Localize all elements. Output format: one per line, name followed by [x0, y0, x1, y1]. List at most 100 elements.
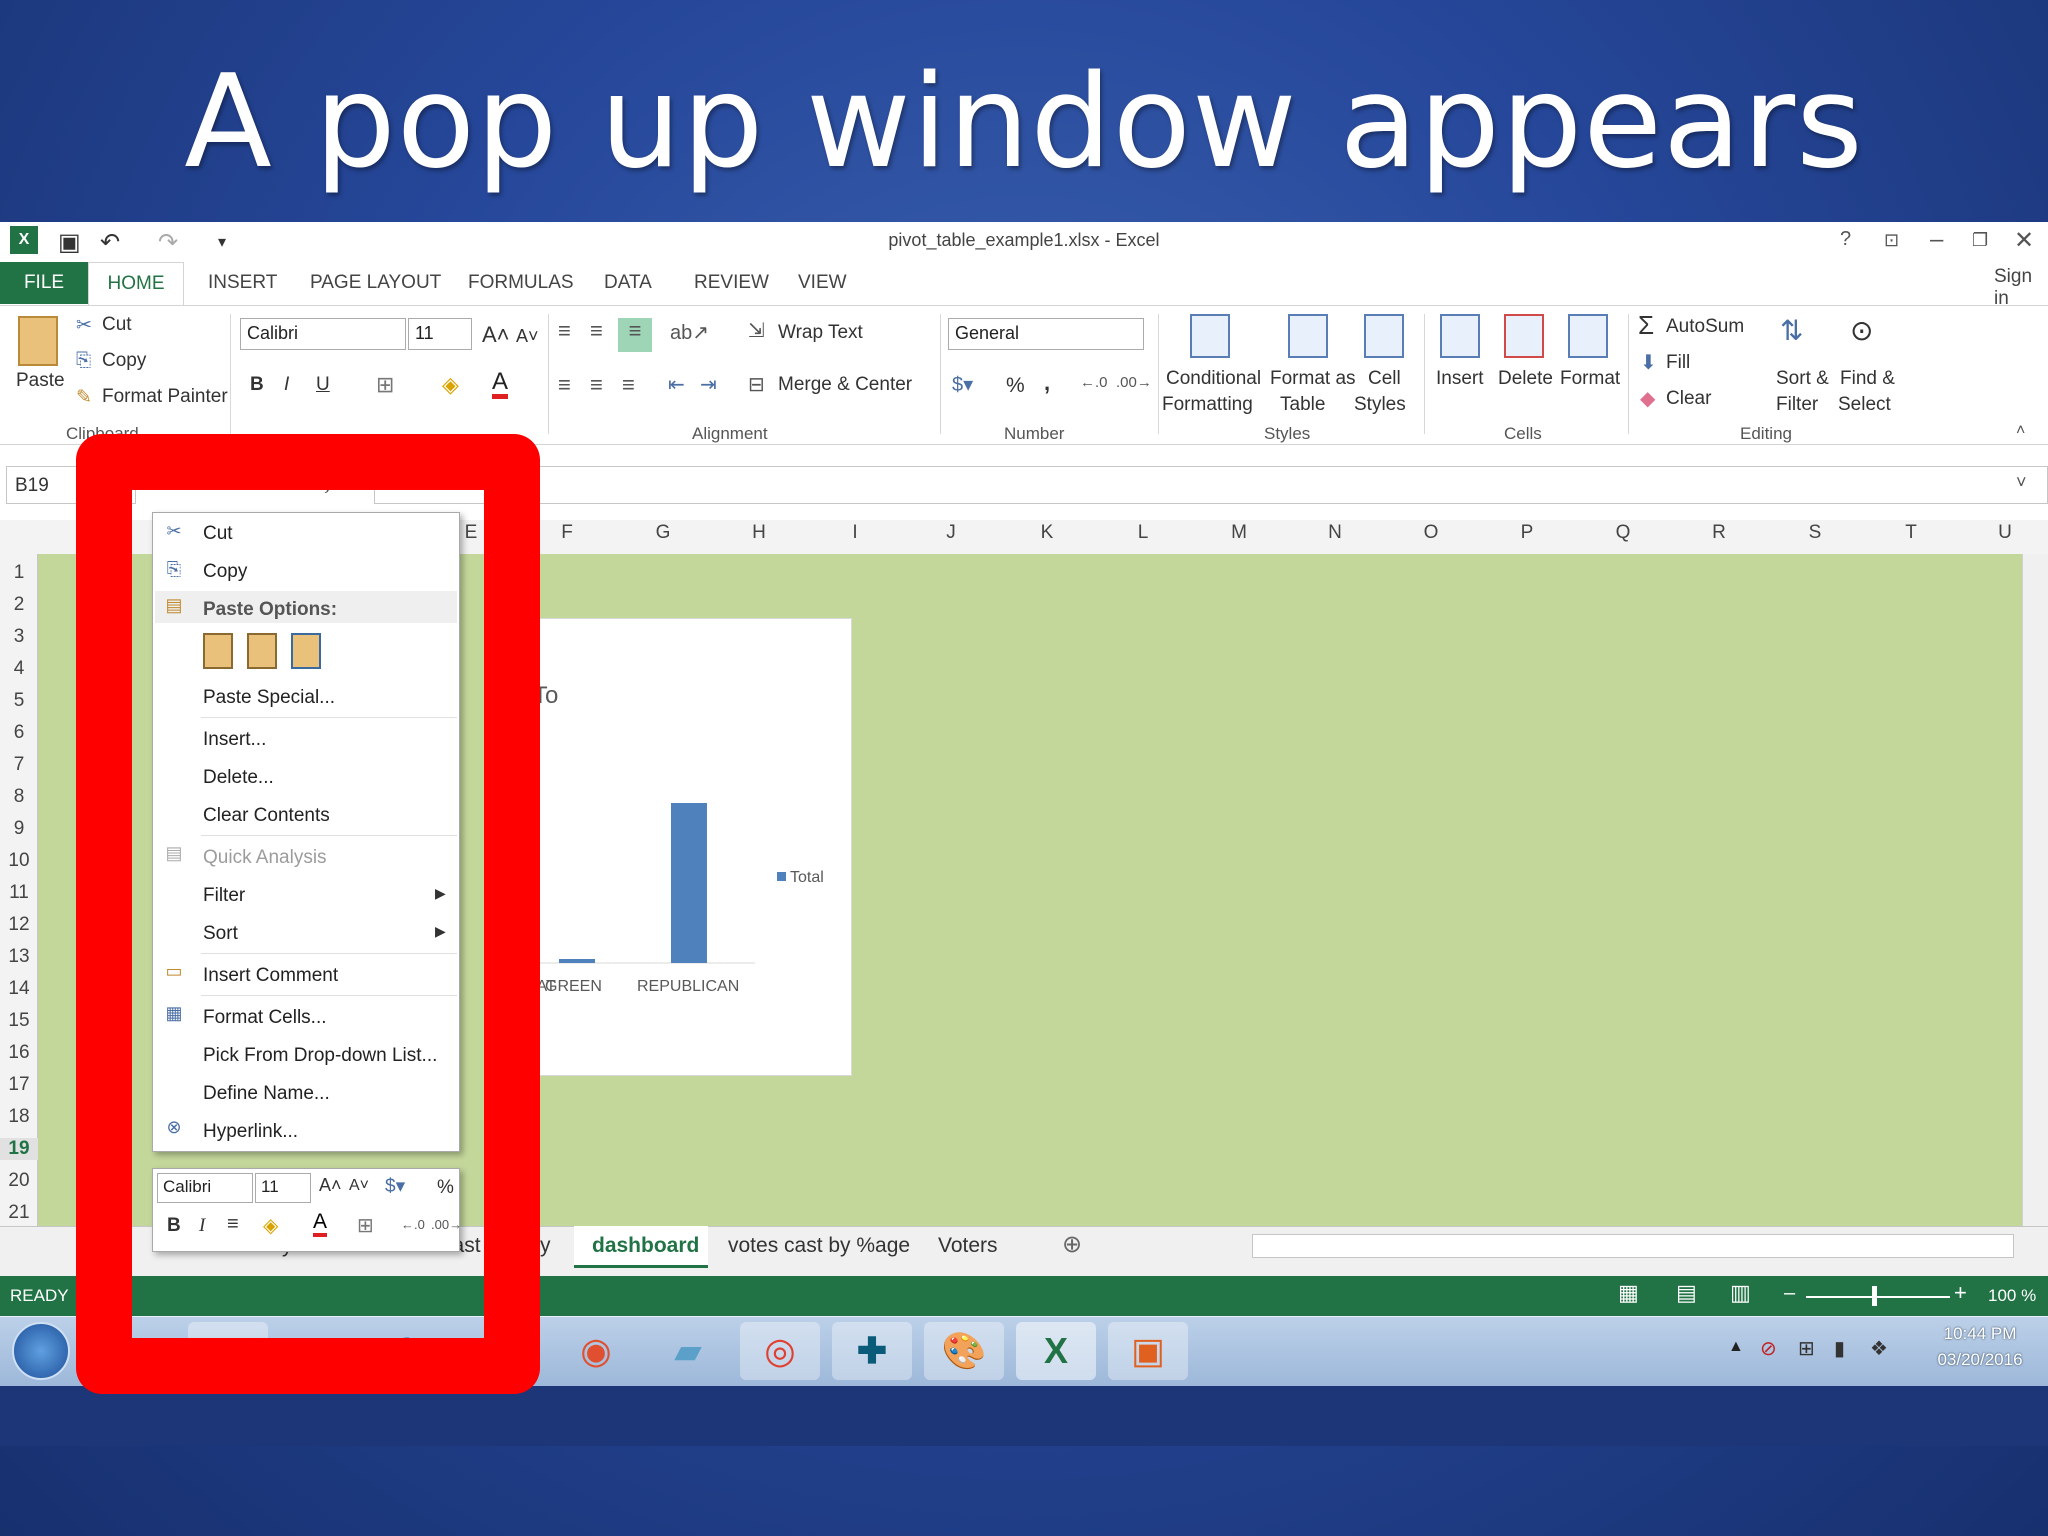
find-select-label-2[interactable]: Select: [1838, 394, 1891, 416]
row-header[interactable]: 13: [0, 946, 38, 968]
format-as-table-label-2[interactable]: Table: [1280, 394, 1325, 416]
row-header[interactable]: 21: [0, 1202, 38, 1226]
clock-date[interactable]: 03/20/2016: [1920, 1350, 2040, 1370]
fill-button[interactable]: Fill: [1666, 352, 1690, 374]
row-header[interactable]: 3: [0, 626, 38, 648]
page-break-view-icon[interactable]: ▥: [1730, 1280, 1751, 1306]
row-header[interactable]: 12: [0, 914, 38, 936]
notepad-icon[interactable]: ▰: [648, 1322, 728, 1380]
insert-cells-button[interactable]: Insert: [1436, 368, 1484, 390]
align-top-icon[interactable]: ≡: [558, 318, 571, 344]
column-header[interactable]: J: [936, 522, 966, 544]
font-color-icon[interactable]: A: [492, 370, 509, 399]
tab-home[interactable]: HOME: [88, 262, 184, 306]
tab-file[interactable]: FILE: [0, 262, 88, 304]
powerpoint-icon[interactable]: ▣: [1108, 1322, 1188, 1380]
column-header[interactable]: U: [1990, 522, 2020, 544]
conditional-formatting-label-2[interactable]: Formatting: [1162, 394, 1253, 416]
decrease-decimal-icon[interactable]: .00→: [1116, 374, 1152, 391]
page-layout-view-icon[interactable]: ▤: [1676, 1280, 1697, 1306]
paste-icon[interactable]: [18, 316, 58, 366]
decrease-font-icon[interactable]: A˅: [516, 326, 539, 347]
row-header[interactable]: 2: [0, 594, 38, 616]
sort-filter-label-2[interactable]: Filter: [1776, 394, 1818, 416]
number-format-combo[interactable]: General: [948, 318, 1144, 350]
row-header[interactable]: 7: [0, 754, 38, 776]
column-header[interactable]: I: [840, 522, 870, 544]
sheet-tab-fragment[interactable]: y: [540, 1234, 551, 1258]
fill-color-icon[interactable]: ◈: [442, 372, 459, 398]
row-header[interactable]: 10: [0, 850, 38, 872]
column-header[interactable]: N: [1320, 522, 1350, 544]
font-name-combo[interactable]: Calibri: [240, 318, 406, 350]
merge-center-button[interactable]: Merge & Center: [778, 374, 912, 396]
formula-input[interactable]: [374, 466, 2048, 504]
row-header[interactable]: 5: [0, 690, 38, 712]
cut-button[interactable]: Cut: [102, 314, 132, 336]
zoom-in-icon[interactable]: +: [1954, 1280, 1967, 1306]
minimize-icon[interactable]: –: [1930, 226, 1943, 254]
increase-font-icon[interactable]: A˄: [482, 322, 510, 348]
zoom-out-icon[interactable]: –: [1784, 1282, 1795, 1305]
tab-insert[interactable]: INSERT: [208, 272, 277, 294]
chrome-icon[interactable]: ◎: [740, 1322, 820, 1380]
align-center-icon[interactable]: ≡: [590, 372, 603, 398]
comma-style-button[interactable]: ,: [1044, 370, 1050, 396]
sheet-tab[interactable]: votes cast by %age: [728, 1234, 910, 1258]
column-header[interactable]: K: [1032, 522, 1062, 544]
start-button-icon[interactable]: [12, 1322, 70, 1380]
row-header[interactable]: 17: [0, 1074, 38, 1096]
close-icon[interactable]: ✕: [2014, 226, 2034, 255]
borders-icon[interactable]: ⊞: [376, 372, 394, 398]
column-header[interactable]: P: [1512, 522, 1542, 544]
sheet-tab-active[interactable]: dashboard: [592, 1234, 699, 1258]
bold-button[interactable]: B: [250, 374, 264, 396]
wrap-text-button[interactable]: Wrap Text: [778, 322, 863, 344]
clock-time[interactable]: 10:44 PM: [1920, 1324, 2040, 1344]
align-bottom-icon[interactable]: ≡: [618, 318, 652, 352]
column-header[interactable]: M: [1224, 522, 1254, 544]
italic-button[interactable]: I: [284, 374, 289, 396]
zoom-slider[interactable]: [1806, 1296, 1950, 1298]
row-header[interactable]: 9: [0, 818, 38, 840]
sign-in-link[interactable]: Sign in: [1994, 266, 2048, 310]
tab-data[interactable]: DATA: [604, 272, 652, 294]
row-header[interactable]: 15: [0, 1010, 38, 1032]
find-select-label-1[interactable]: Find &: [1840, 368, 1895, 390]
network-icon[interactable]: ⊞: [1798, 1336, 1815, 1361]
horizontal-scrollbar[interactable]: [1252, 1234, 2014, 1258]
paint-icon[interactable]: 🎨: [924, 1322, 1004, 1380]
row-header[interactable]: 11: [0, 882, 38, 904]
new-sheet-icon[interactable]: ⊕: [1062, 1230, 1082, 1259]
font-size-combo[interactable]: 11: [408, 318, 472, 350]
underline-button[interactable]: U: [316, 374, 330, 396]
sort-filter-label-1[interactable]: Sort &: [1776, 368, 1829, 390]
decrease-indent-icon[interactable]: ⇤: [668, 372, 685, 397]
format-cells-button[interactable]: Format: [1560, 368, 1620, 390]
tab-review[interactable]: REVIEW: [694, 272, 769, 294]
column-header[interactable]: O: [1416, 522, 1446, 544]
volume-muted-icon[interactable]: ⊘: [1760, 1336, 1777, 1361]
vertical-scrollbar[interactable]: [2022, 554, 2048, 1226]
restore-icon[interactable]: ❐: [1972, 230, 1988, 251]
sync-app-icon[interactable]: ◉: [556, 1322, 636, 1380]
tab-formulas[interactable]: FORMULAS: [468, 272, 574, 294]
help-icon[interactable]: ?: [1840, 228, 1851, 251]
column-header[interactable]: L: [1128, 522, 1158, 544]
column-header[interactable]: S: [1800, 522, 1830, 544]
health-app-icon[interactable]: ✚: [832, 1322, 912, 1380]
align-left-icon[interactable]: ≡: [558, 372, 571, 398]
row-header[interactable]: 20: [0, 1170, 38, 1192]
zoom-slider-thumb[interactable]: [1872, 1286, 1877, 1306]
row-header-selected[interactable]: 19: [0, 1138, 38, 1160]
collapse-ribbon-icon[interactable]: ˄: [2016, 422, 2025, 440]
increase-indent-icon[interactable]: ⇥: [700, 372, 717, 397]
excel-taskbar-icon[interactable]: X: [1016, 1322, 1096, 1380]
copy-button[interactable]: Copy: [102, 350, 146, 372]
delete-cells-button[interactable]: Delete: [1498, 368, 1553, 390]
autosum-button[interactable]: AutoSum: [1666, 316, 1744, 338]
sheet-tab[interactable]: Voters: [938, 1234, 998, 1258]
column-header[interactable]: F: [552, 522, 582, 544]
row-header[interactable]: 6: [0, 722, 38, 744]
cell-styles-label-2[interactable]: Styles: [1354, 394, 1406, 416]
